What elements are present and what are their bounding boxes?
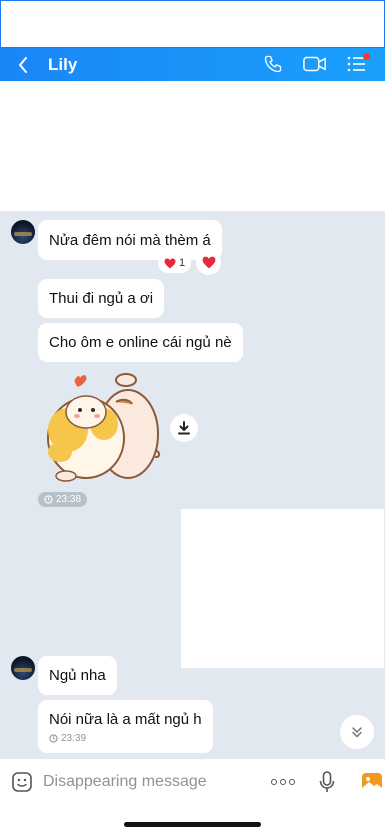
time-text: 23:38 xyxy=(56,494,82,505)
media-placeholder xyxy=(181,509,384,668)
download-icon xyxy=(178,421,190,435)
message-text: Nói nữa là a mất ngủ h xyxy=(49,711,202,728)
message-time: 23:38 xyxy=(38,492,88,507)
notification-dot xyxy=(363,53,370,60)
avatar[interactable] xyxy=(11,220,35,244)
avatar[interactable] xyxy=(11,656,35,680)
time-text: 23:39 xyxy=(61,733,87,744)
home-indicator xyxy=(124,822,261,827)
heart-icon xyxy=(164,258,176,268)
microphone-icon[interactable] xyxy=(319,771,335,793)
react-button[interactable] xyxy=(196,250,221,275)
message-text: Ngủ nha xyxy=(49,667,106,684)
sticker-image[interactable] xyxy=(38,372,163,484)
image-gallery-icon[interactable] xyxy=(361,772,383,792)
sticker-icon[interactable] xyxy=(11,771,33,793)
message-bubble[interactable]: Ngủ nha xyxy=(38,656,117,695)
more-options-icon[interactable] xyxy=(271,779,295,785)
message-bubble[interactable]: Thui đi ngủ a ơi xyxy=(38,279,165,318)
reaction-count[interactable]: 1 xyxy=(158,253,192,273)
phone-icon[interactable] xyxy=(261,53,285,75)
chat-header: Lily xyxy=(0,48,385,81)
menu-list-icon[interactable] xyxy=(345,53,370,75)
message-text: Cho ôm e online cái ngủ nè xyxy=(49,334,232,351)
timer-icon xyxy=(44,495,53,504)
download-button[interactable] xyxy=(170,414,198,442)
heart-icon xyxy=(202,256,215,269)
message-text: Thui đi ngủ a ơi xyxy=(49,290,154,307)
timer-icon xyxy=(49,734,58,743)
video-call-icon[interactable] xyxy=(303,53,327,75)
reaction-count-text: 1 xyxy=(179,257,186,269)
back-arrow-icon[interactable] xyxy=(18,56,32,73)
message-input[interactable] xyxy=(43,773,243,791)
chat-title[interactable]: Lily xyxy=(48,55,77,75)
scroll-to-bottom-button[interactable] xyxy=(340,715,374,749)
message-bubble[interactable]: Nói nữa là a mất ngủ h 23:39 xyxy=(38,700,213,753)
blank-area xyxy=(0,81,385,211)
message-bubble[interactable]: Nửa đêm nói mà thèm á xyxy=(38,220,222,260)
message-time: 23:39 xyxy=(49,733,86,744)
status-bar xyxy=(0,0,385,48)
message-text: Nửa đêm nói mà thèm á xyxy=(49,231,211,249)
message-bubble[interactable]: Cho ôm e online cái ngủ nè xyxy=(38,323,243,362)
chevron-double-down-icon xyxy=(352,727,362,738)
composer-bar xyxy=(0,759,385,805)
